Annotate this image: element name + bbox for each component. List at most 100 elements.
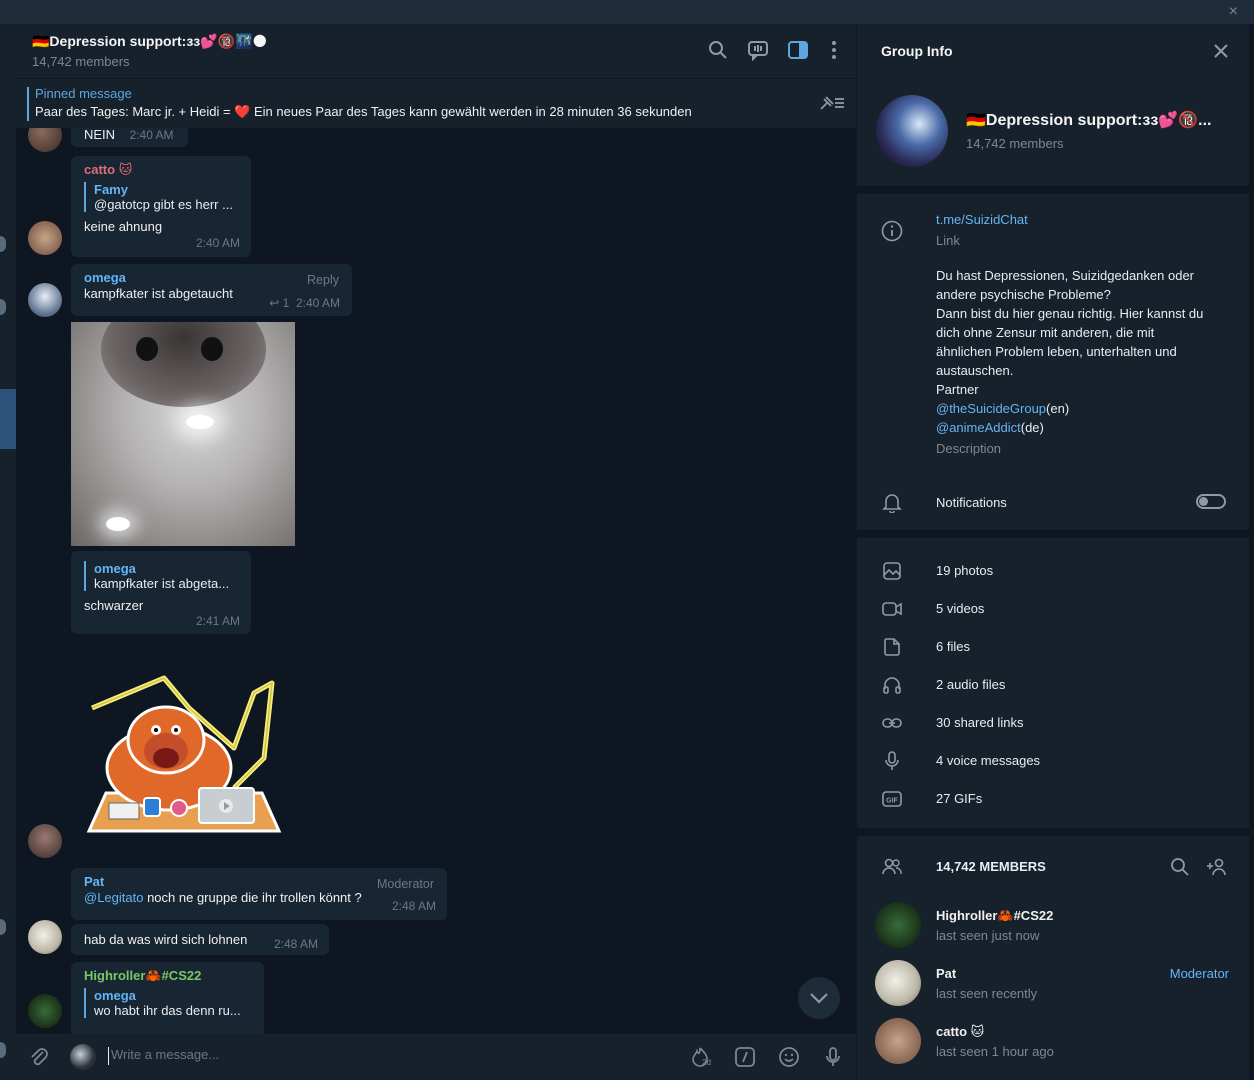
message-bubble[interactable]: omega Reply kampfkater ist abgetaucht ↩ … [71, 264, 352, 316]
avatar[interactable] [28, 283, 62, 317]
reply-sender: omega [94, 988, 136, 1003]
chat-header[interactable]: 🇩🇪Depression support:ɜɜ💕🔞🌃🌑 14,742 membe… [16, 24, 856, 78]
scroll-down-button[interactable] [798, 977, 840, 1019]
photo[interactable] [71, 322, 295, 546]
chat-area: 🇩🇪Depression support:ɜɜ💕🔞🌃🌑 14,742 membe… [16, 24, 856, 1080]
reply-quote[interactable]: omega kampfkater ist abgeta... [84, 561, 238, 591]
more-menu-icon[interactable] [822, 38, 846, 62]
description-line: andere psychische Probleme? [936, 287, 1111, 302]
bot-commands-icon[interactable] [733, 1045, 757, 1069]
message-bubble[interactable]: Pat Moderator @Legitato noch ne gruppe d… [71, 868, 447, 920]
reply-quote[interactable]: Famy @gatotcp gibt es herr ... [84, 182, 238, 212]
description-line: Partner [936, 382, 979, 397]
message-bubble[interactable]: Highroller🦀#CS22 omega wo habt ihr das d… [71, 962, 264, 1034]
sender-name[interactable]: omega [84, 270, 339, 285]
avatar[interactable] [28, 920, 62, 954]
chat-title[interactable]: 🇩🇪Depression support:ɜɜ💕🔞🌃🌑 [32, 33, 267, 50]
members-header: 14,742 MEMBERS [936, 859, 1046, 874]
light-reflection [106, 517, 130, 531]
unpin-list-icon[interactable] [818, 93, 846, 113]
unread-dot [0, 299, 6, 315]
add-member-icon[interactable] [1205, 856, 1229, 878]
reply-arrow-icon[interactable]: ↩ [269, 296, 279, 310]
notifications-label[interactable]: Notifications [936, 495, 1007, 510]
message-text: schwarzer [84, 598, 144, 613]
shared-media-section: 19 photos 5 videos 6 files 2 audio files… [857, 538, 1249, 828]
search-icon[interactable] [1169, 856, 1191, 878]
pinned-label: Pinned message [35, 86, 132, 101]
sidebar-toggle-icon[interactable] [786, 38, 810, 62]
avatar[interactable] [28, 128, 62, 152]
headphones-icon [883, 677, 901, 694]
self-destruct-timer-icon[interactable]: 2d [688, 1045, 712, 1069]
sender-name[interactable]: Highroller🦀#CS22 [84, 968, 251, 984]
gif-icon: GIF [882, 791, 902, 807]
reply-quote[interactable]: omega wo habt ihr das denn ru... [84, 988, 251, 1018]
mention-link[interactable]: @Legitato [84, 890, 143, 905]
photos-row[interactable]: 19 photos [936, 563, 993, 578]
links-row[interactable]: 30 shared links [936, 715, 1023, 730]
info-icon [881, 220, 903, 242]
message-bubble[interactable]: NEIN 2:40 AM [71, 128, 188, 147]
gifs-row[interactable]: 27 GIFs [936, 791, 982, 806]
message-time: 2:40 AM [195, 236, 240, 250]
files-row[interactable]: 6 files [936, 639, 970, 654]
link-icon [882, 718, 902, 728]
group-avatar[interactable] [876, 95, 948, 167]
emoji-icon[interactable] [777, 1045, 801, 1069]
audio-row[interactable]: 2 audio files [936, 677, 1005, 692]
avatar [875, 960, 921, 1006]
paperclip-icon[interactable] [27, 1045, 51, 1069]
voice-chat-icon[interactable] [746, 38, 770, 62]
gorilla-sticker[interactable] [84, 668, 284, 838]
message-input[interactable]: Write a message... [108, 1047, 219, 1065]
partner-mention[interactable]: @theSuicideGroup [936, 401, 1046, 416]
partner-line: @theSuicideGroup(en) [936, 399, 1236, 418]
unread-dot [0, 1042, 6, 1058]
microphone-icon[interactable] [821, 1045, 845, 1069]
reply-text: kampfkater ist abgeta... [94, 576, 230, 591]
message-bubble[interactable]: omega kampfkater ist abgeta... schwarzer… [71, 551, 251, 634]
send-as-avatar[interactable] [70, 1044, 96, 1070]
member-status: last seen recently [936, 986, 1038, 1001]
chevron-down-icon [810, 993, 828, 1004]
videos-row[interactable]: 5 videos [936, 601, 984, 616]
message-bubble[interactable]: catto 🐱 Famy @gatotcp gibt es herr ... k… [71, 156, 251, 257]
avatar[interactable] [28, 994, 62, 1028]
member-role: Moderator [1169, 966, 1229, 981]
message-text-rest: noch ne gruppe die ihr trollen könnt ? [143, 890, 362, 905]
sender-name[interactable]: catto 🐱 [84, 162, 238, 178]
window-close-button[interactable]: × [1229, 3, 1238, 21]
avatar[interactable] [28, 221, 62, 255]
message-list[interactable]: NEIN 2:40 AM catto 🐱 Famy @gatotcp gibt … [16, 128, 856, 1034]
voice-row[interactable]: 4 voice messages [936, 753, 1040, 768]
message-time: 2:41 AM [195, 614, 240, 628]
message-meta: ↩ 1 2:40 AM [269, 296, 340, 310]
video-icon [882, 602, 902, 616]
pinned-message[interactable]: Pinned message Paar des Tages: Marc jr. … [16, 78, 856, 128]
avatar [875, 902, 921, 948]
timer-label: 2d [702, 1058, 711, 1067]
reply-count[interactable]: 1 [283, 296, 290, 310]
partner-line: @animeAddict(de) [936, 418, 1236, 437]
notifications-toggle[interactable] [1196, 494, 1226, 509]
partner-mention[interactable]: @animeAddict [936, 420, 1021, 435]
message-bubble[interactable]: hab da was wird sich lohnen 2:48 AM [71, 924, 329, 955]
selected-chat-indicator [0, 389, 16, 449]
chat-list-strip[interactable] [0, 24, 16, 1080]
cat-eye [136, 337, 158, 361]
toggle-knob [1199, 497, 1208, 506]
avatar[interactable] [28, 824, 62, 858]
group-link[interactable]: t.me/SuizidChat [936, 212, 1028, 227]
close-icon[interactable] [1211, 41, 1231, 61]
photo-icon [883, 562, 901, 580]
message-time: 2:40 AM [129, 128, 174, 142]
member-name: Highroller🦀#CS22 [936, 908, 1054, 923]
reply-badge[interactable]: Reply [307, 273, 339, 287]
member-name: catto 🐱 [936, 1024, 985, 1039]
avatar [875, 1018, 921, 1064]
scrollbar[interactable] [1249, 24, 1254, 1080]
group-member-count: 14,742 members [966, 136, 1064, 151]
file-icon [884, 638, 900, 656]
search-icon[interactable] [706, 38, 730, 62]
